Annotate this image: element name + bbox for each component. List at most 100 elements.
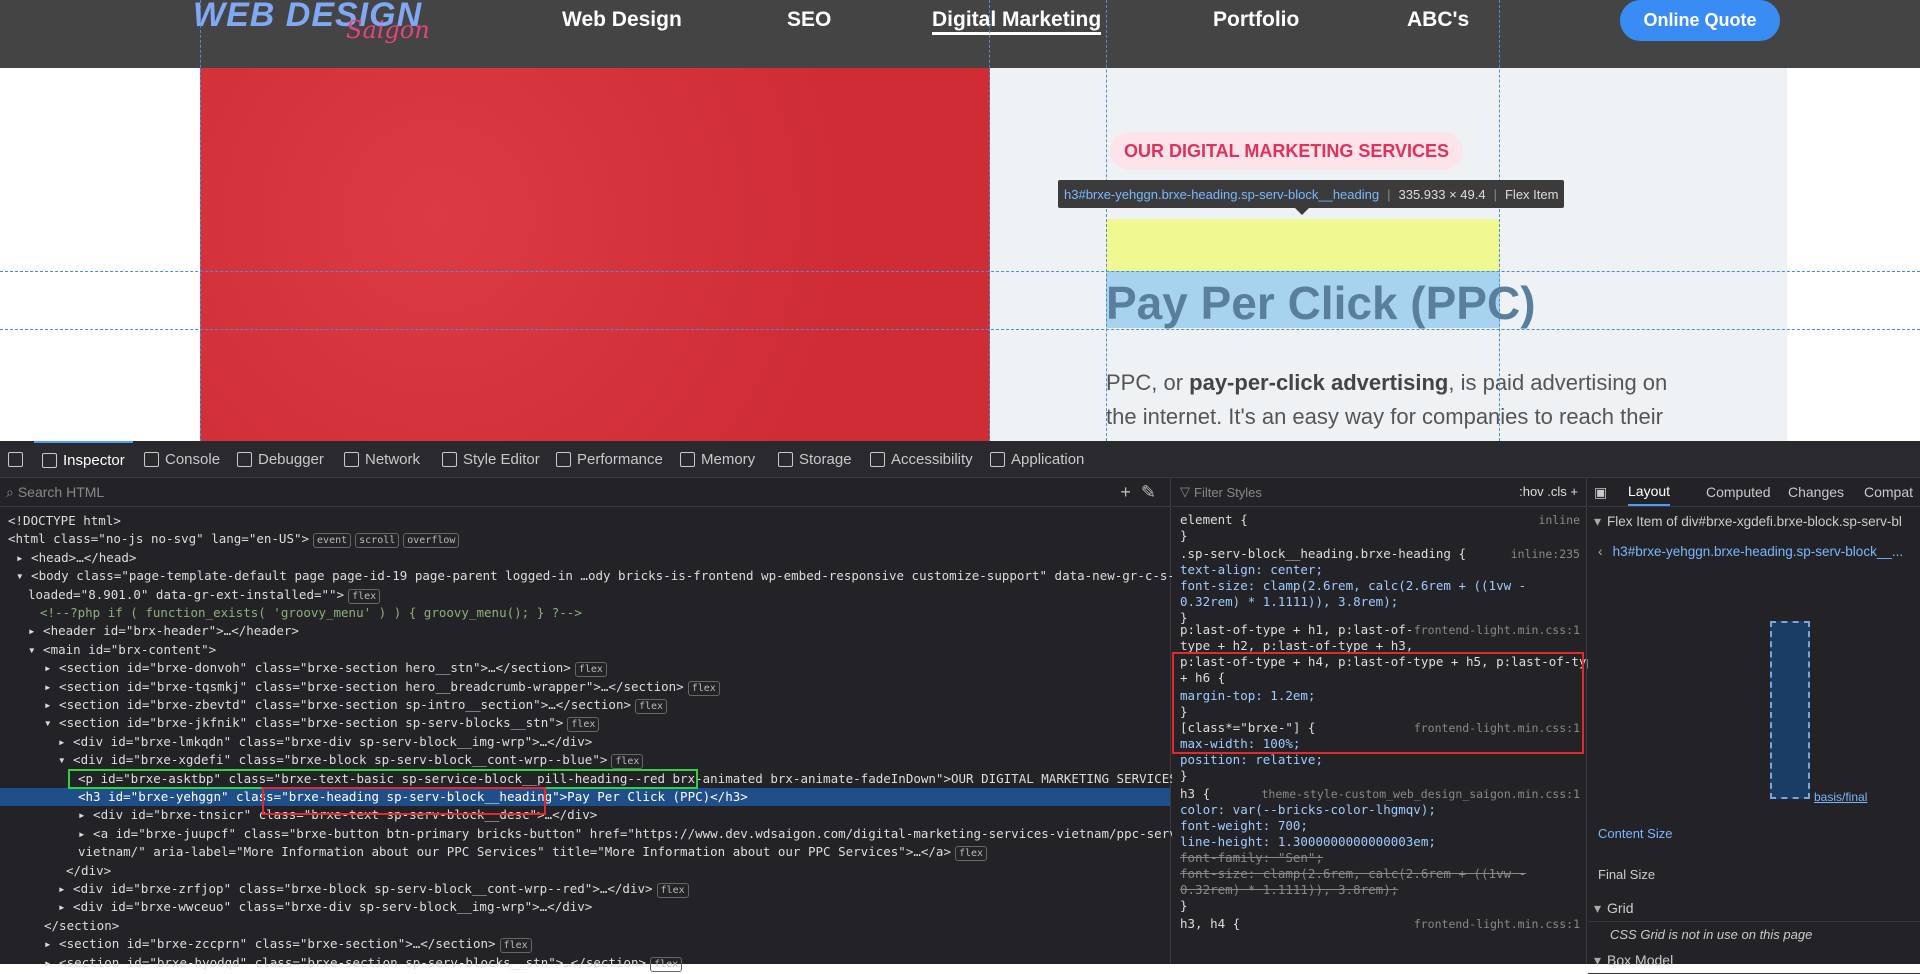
html-node[interactable]: ▸ <head>…</head> bbox=[0, 549, 136, 567]
node-badge[interactable]: flex bbox=[611, 754, 644, 770]
devtools-panel: Inspector Console Debugger Network Style… bbox=[0, 441, 1920, 974]
html-node[interactable]: ▸ <header id="brx-header">…</header> bbox=[0, 622, 299, 640]
tab-network[interactable]: Network bbox=[344, 441, 420, 477]
node-badge[interactable]: flex bbox=[687, 680, 720, 696]
css-rule-line[interactable]: color: var(--bricks-color-lhgmqv); bbox=[1180, 802, 1580, 818]
tab-performance[interactable]: Performance bbox=[556, 441, 663, 477]
html-node-text: ▸ <section id="brxe-hyodqd" class="brxe-… bbox=[44, 954, 647, 970]
css-rule-line[interactable]: 0.32rem) * 1.1111)), 3.8rem); bbox=[1180, 594, 1580, 610]
nav-web-design[interactable]: Web Design bbox=[562, 8, 682, 32]
html-node[interactable]: ▸ <div id="brxe-lmkqdn" class="brxe-div … bbox=[0, 733, 592, 751]
tab-computed[interactable]: Computed bbox=[1706, 478, 1771, 506]
tab-compat[interactable]: Compat bbox=[1864, 478, 1913, 506]
css-rule-line[interactable]: font-weight: 700; bbox=[1180, 818, 1580, 834]
html-node[interactable]: vietnam/" aria-label="More Information a… bbox=[0, 843, 988, 862]
grid-section-header[interactable]: ▾ Grid bbox=[1588, 895, 1920, 922]
node-badge[interactable]: overflow bbox=[403, 533, 460, 549]
tab-debugger[interactable]: Debugger bbox=[237, 441, 324, 477]
node-badge[interactable]: flex bbox=[499, 938, 532, 954]
para-bold: pay-per-click advertising bbox=[1189, 370, 1449, 395]
tab-style-editor[interactable]: Style Editor bbox=[442, 441, 540, 477]
html-node[interactable]: <!DOCTYPE html> bbox=[0, 512, 121, 530]
search-html-input[interactable]: Search HTML bbox=[18, 484, 104, 500]
tab-storage[interactable]: Storage bbox=[778, 441, 852, 477]
html-node-text: <!DOCTYPE html> bbox=[8, 513, 121, 528]
nav-seo[interactable]: SEO bbox=[787, 8, 831, 32]
html-node[interactable]: ▸ <section id="brxe-tqsmkj" class="brxe-… bbox=[0, 678, 720, 696]
css-rule-line[interactable]: } bbox=[1180, 528, 1580, 544]
css-rule-source[interactable]: inline:235 bbox=[1511, 546, 1580, 562]
css-rule-source[interactable]: frontend-light.min.css:1 bbox=[1414, 622, 1580, 638]
css-rule-line[interactable]: } bbox=[1180, 898, 1580, 914]
css-rule-line[interactable]: 0.32rem) * 1.1111)), 3.8rem); bbox=[1180, 882, 1580, 898]
tooltip-size: 335.933 × 49.4 bbox=[1398, 186, 1486, 202]
highlight-box-class-attr bbox=[262, 787, 546, 815]
css-rule-line[interactable]: line-height: 1.3000000000000003em; bbox=[1180, 834, 1580, 850]
css-rule-line[interactable]: position: relative; bbox=[1180, 752, 1580, 768]
node-badge[interactable]: flex bbox=[656, 883, 689, 898]
node-badge[interactable]: flex bbox=[567, 717, 600, 733]
tab-memory[interactable]: Memory bbox=[680, 441, 755, 477]
node-badge[interactable]: flex bbox=[635, 699, 668, 714]
css-rule-line[interactable]: h3 {theme-style-custom_web_design_saigon… bbox=[1180, 786, 1580, 802]
box-model-header[interactable]: ▾ Box Model bbox=[1588, 947, 1920, 974]
node-badge[interactable]: scroll bbox=[355, 533, 400, 549]
html-node[interactable]: </div> bbox=[0, 862, 111, 880]
tab-inspector[interactable]: Inspector bbox=[34, 441, 133, 477]
html-node[interactable]: loaded="8.901.0" data-gr-ext-installed="… bbox=[0, 586, 381, 604]
eyedropper-icon[interactable]: ✎ bbox=[1141, 482, 1156, 502]
rules-toolbar[interactable]: :hov .cls + bbox=[1519, 484, 1578, 499]
online-quote-button[interactable]: Online Quote bbox=[1620, 0, 1780, 41]
css-rule-line[interactable]: element {inline bbox=[1180, 512, 1580, 528]
css-rule-line[interactable]: .sp-serv-block__heading.brxe-heading {in… bbox=[1180, 546, 1580, 562]
flex-item-selector[interactable]: ‹ h3#brxe-yehggn.brxe-heading.sp-serv-blo… bbox=[1588, 538, 1920, 564]
selected-node[interactable]: <h3 id="brxe-yehggn" class="brxe-heading… bbox=[0, 788, 1170, 806]
html-node[interactable]: ▸ <section id="brxe-hyodqd" class="brxe-… bbox=[0, 954, 683, 972]
html-node[interactable]: ▸ <div id="brxe-wwceuo" class="brxe-div … bbox=[0, 898, 592, 916]
css-rule-line[interactable]: h3, h4 { frontend-light.min.css:1 bbox=[1180, 916, 1580, 932]
html-node[interactable]: </section> bbox=[0, 917, 119, 935]
html-node[interactable]: ▾ <div id="brxe-xgdefi" class="brxe-bloc… bbox=[0, 751, 644, 770]
tab-application[interactable]: Application bbox=[990, 441, 1084, 477]
element-picker-icon[interactable] bbox=[0, 441, 30, 477]
css-rule-line[interactable]: } bbox=[1180, 768, 1580, 784]
html-node[interactable]: <!--?php if ( function_exists( 'groovy_m… bbox=[0, 604, 582, 622]
html-node-text: ▸ <section id="brxe-zbevtd" class="brxe-… bbox=[44, 697, 631, 712]
node-badge[interactable]: flex bbox=[650, 956, 683, 972]
nav-digital-marketing[interactable]: Digital Marketing bbox=[932, 8, 1102, 35]
css-rule-line[interactable]: font-size: clamp(2.6rem, calc(2.6rem + (… bbox=[1180, 866, 1580, 882]
node-badge[interactable]: flex bbox=[348, 588, 381, 604]
css-rule-line[interactable]: font-size: clamp(2.6rem, calc(2.6rem + (… bbox=[1180, 578, 1580, 594]
html-node[interactable]: <html class="no-js no-svg" lang="en-US">… bbox=[0, 530, 460, 549]
tab-console[interactable]: Console bbox=[144, 441, 220, 477]
html-node[interactable]: ▾ <section id="brxe-jkfnik" class="brxe-… bbox=[0, 714, 600, 733]
tab-layout[interactable]: Layout bbox=[1628, 478, 1671, 506]
toggle-sidebar-icon[interactable]: ▣ bbox=[1594, 478, 1614, 506]
html-node[interactable]: ▸ <a id="brxe-juupcf" class="brxe-button… bbox=[0, 825, 1214, 843]
css-rule-text: h3, h4 { bbox=[1180, 916, 1241, 931]
html-node[interactable]: ▾ <body class="page-template-default pag… bbox=[0, 567, 1220, 585]
css-rule-line[interactable]: p:last-of-type + h1, p:last-of-frontend-… bbox=[1180, 622, 1580, 638]
css-rule-source[interactable]: inline bbox=[1538, 512, 1580, 528]
nav-portfolio[interactable]: Portfolio bbox=[1213, 8, 1299, 32]
flex-item-header[interactable]: ▾ Flex Item of div#brxe-xgdefi.brxe-block… bbox=[1588, 508, 1920, 534]
css-rule-source[interactable]: theme-style-custom_web_design_saigon.min… bbox=[1262, 786, 1581, 802]
filter-styles-input[interactable]: Filter Styles bbox=[1194, 485, 1262, 500]
css-rule-source[interactable]: frontend-light.min.css:1 bbox=[1414, 916, 1580, 932]
css-rule-line[interactable]: font-family: "Sen"; bbox=[1180, 850, 1580, 866]
search-html-bar[interactable]: ⌕ Search HTML bbox=[0, 478, 1170, 507]
add-node-icon[interactable]: + bbox=[1120, 482, 1131, 502]
tab-changes[interactable]: Changes bbox=[1788, 478, 1844, 506]
nav-abcs[interactable]: ABC's bbox=[1407, 8, 1469, 32]
node-badge[interactable]: event bbox=[313, 533, 352, 549]
node-badge[interactable]: flex bbox=[574, 662, 607, 678]
css-rule-line[interactable]: text-align: center; bbox=[1180, 562, 1580, 578]
tab-accessibility[interactable]: Accessibility bbox=[870, 441, 973, 477]
html-node[interactable]: ▾ <main id="brx-content"> bbox=[0, 641, 216, 659]
html-node[interactable]: ▸ <section id="brxe-donvoh" class="brxe-… bbox=[0, 659, 607, 678]
html-node[interactable]: ▸ <section id="brxe-zccprn" class="brxe-… bbox=[0, 935, 532, 954]
css-rule-text: 0.32rem) * 1.1111)), 3.8rem); bbox=[1180, 882, 1399, 897]
html-node[interactable]: ▸ <section id="brxe-zbevtd" class="brxe-… bbox=[0, 696, 668, 714]
node-badge[interactable]: flex bbox=[954, 846, 988, 862]
html-node[interactable]: ▸ <div id="brxe-zrfjop" class="brxe-bloc… bbox=[0, 880, 689, 898]
